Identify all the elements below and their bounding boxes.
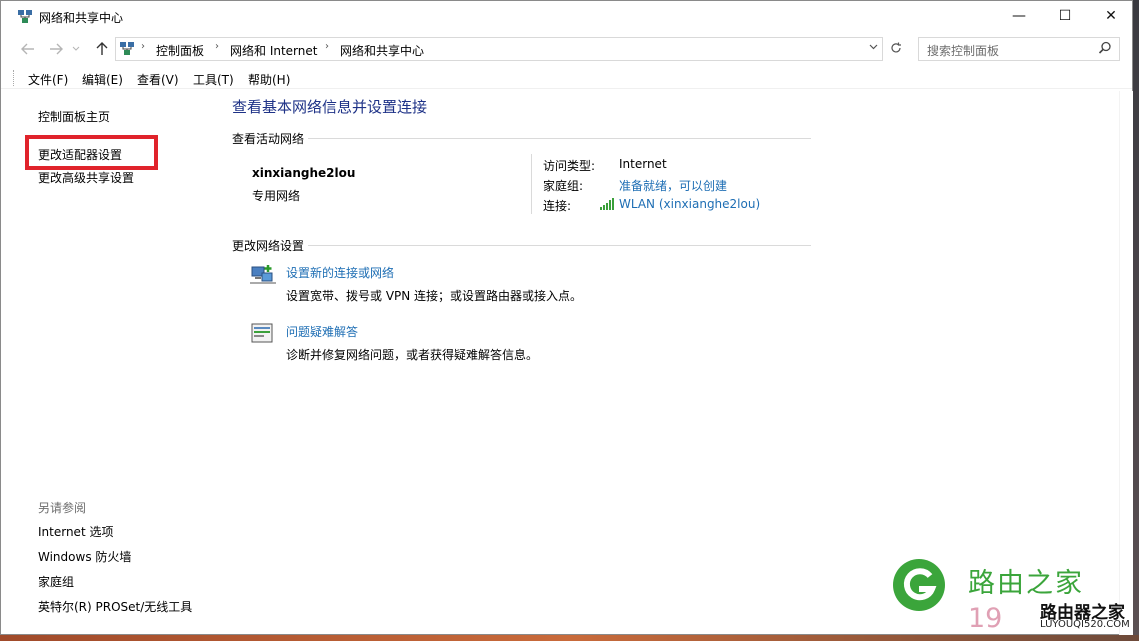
network-type: 专用网络 [252, 189, 301, 203]
menu-file[interactable]: 文件(F) [28, 71, 68, 88]
network-sharing-center-window: 网络和共享中心 — ☐ ✕ › 控制面板 › 网络和 Internet › 网络… [0, 0, 1133, 636]
access-type-label: 访问类型: [543, 159, 596, 173]
sidebar-item-change-adapter-settings[interactable]: 更改适配器设置 [25, 135, 158, 170]
homegroup-link[interactable]: 准备就绪，可以创建 [619, 177, 727, 194]
back-button[interactable] [17, 39, 39, 59]
see-also-internet-options[interactable]: Internet 选项 [38, 523, 113, 540]
watermark-number: 19 [968, 603, 1003, 634]
setup-connection-desc: 设置宽带、拨号或 VPN 连接；或设置路由器或接入点。 [286, 289, 583, 303]
control-panel-icon [120, 42, 134, 55]
setup-connection-link[interactable]: 设置新的连接或网络 [286, 264, 394, 281]
network-name: xinxianghe2lou [252, 166, 356, 180]
desktop-background-right [1133, 0, 1139, 641]
breadcrumb-network-sharing-center[interactable]: 网络和共享中心 [340, 42, 424, 59]
breadcrumb-control-panel[interactable]: 控制面板 [156, 42, 204, 59]
search-placeholder: 搜索控制面板 [927, 44, 1000, 58]
desktop-background-bottom [0, 635, 1139, 641]
forward-button[interactable] [45, 39, 67, 59]
refresh-icon [891, 42, 901, 53]
breadcrumb-network-internet[interactable]: 网络和 Internet [230, 42, 317, 59]
see-also-windows-firewall[interactable]: Windows 防火墙 [38, 548, 131, 565]
vertical-scrollbar[interactable] [1119, 91, 1133, 636]
refresh-button[interactable] [885, 37, 907, 59]
up-button[interactable] [91, 39, 113, 59]
sidebar-item-advanced-sharing[interactable]: 更改高级共享设置 [38, 169, 134, 186]
section-divider [232, 245, 811, 246]
watermark-logo-icon [893, 559, 945, 611]
active-networks-label: 查看活动网络 [232, 130, 309, 147]
search-input[interactable]: 搜索控制面板 [918, 37, 1120, 61]
chevron-right-icon: › [215, 41, 219, 52]
access-type-value: Internet [619, 157, 667, 171]
watermark-name: 路由之家 [968, 568, 1084, 599]
see-also-title: 另请参阅 [38, 501, 87, 515]
sidebar-item-label: 更改适配器设置 [38, 148, 123, 162]
maximize-button[interactable]: ☐ [1042, 1, 1088, 31]
network-setup-icon [250, 265, 276, 284]
network-info-divider [531, 154, 532, 214]
connection-label: 连接: [543, 199, 572, 213]
page-title: 查看基本网络信息并设置连接 [232, 98, 428, 116]
troubleshoot-icon [251, 323, 273, 343]
recent-locations-button[interactable] [69, 39, 83, 59]
watermark-url: LUYOUQI520.COM [1040, 619, 1130, 630]
menu-help[interactable]: 帮助(H) [248, 71, 290, 88]
minimize-button[interactable]: — [996, 1, 1042, 31]
close-button[interactable]: ✕ [1088, 1, 1134, 31]
wifi-signal-icon [600, 198, 614, 210]
menu-bar: 文件(F) 编辑(E) 查看(V) 工具(T) 帮助(H) [1, 67, 1132, 89]
see-also-homegroup[interactable]: 家庭组 [38, 573, 74, 590]
window-title: 网络和共享中心 [39, 11, 124, 25]
title-bar[interactable]: 网络和共享中心 — ☐ ✕ [1, 1, 1132, 33]
menu-grip [13, 70, 15, 86]
network-center-icon [18, 10, 32, 23]
menu-tools[interactable]: 工具(T) [193, 71, 234, 88]
menu-edit[interactable]: 编辑(E) [82, 71, 123, 88]
arrow-right-icon [50, 43, 63, 55]
search-icon[interactable] [1097, 40, 1113, 56]
chevron-down-icon [72, 46, 80, 51]
sidebar-item-control-panel-home[interactable]: 控制面板主页 [38, 108, 110, 125]
chevron-right-icon: › [141, 41, 145, 52]
section-divider [232, 138, 811, 139]
address-bar[interactable]: › 控制面板 › 网络和 Internet › 网络和共享中心 [115, 37, 883, 61]
homegroup-label: 家庭组: [543, 179, 584, 193]
see-also-intel-proset[interactable]: 英特尔(R) PROSet/无线工具 [38, 598, 192, 615]
wlan-connection-link[interactable]: WLAN (xinxianghe2lou) [619, 197, 760, 211]
arrow-up-icon [96, 42, 108, 55]
chevron-right-icon: › [325, 41, 329, 52]
address-dropdown-icon[interactable] [869, 42, 878, 53]
menu-view[interactable]: 查看(V) [137, 71, 179, 88]
troubleshoot-desc: 诊断并修复网络问题，或者获得疑难解答信息。 [286, 348, 539, 362]
change-settings-label: 更改网络设置 [232, 237, 309, 254]
arrow-left-icon [21, 43, 34, 55]
troubleshoot-link[interactable]: 问题疑难解答 [286, 323, 358, 340]
